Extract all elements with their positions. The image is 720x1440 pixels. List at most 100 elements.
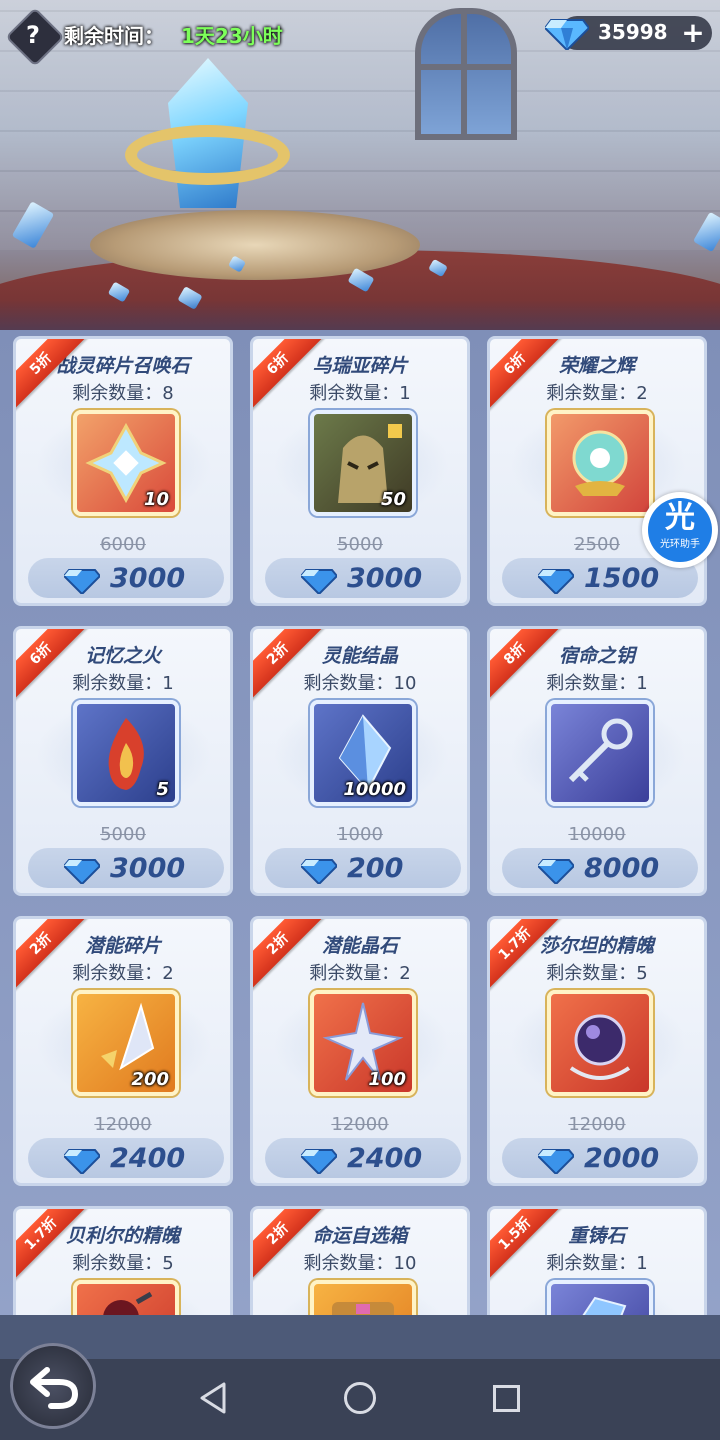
diamond-icon — [538, 1149, 574, 1174]
buy-button[interactable]: 2000 — [502, 1138, 698, 1178]
add-currency-button[interactable]: + — [676, 16, 710, 50]
item-original-price: 6000 — [100, 534, 146, 555]
item-remaining: 剩余数量：8 — [72, 383, 174, 404]
diamond-icon — [301, 569, 337, 594]
item-price: 1500 — [584, 563, 660, 594]
item-icon: 10 — [73, 410, 179, 516]
helper-text: 光环助手 — [660, 539, 700, 550]
glory-orb-icon — [572, 430, 628, 496]
item-quantity: 10000 — [343, 779, 406, 800]
diamond-icon — [64, 1149, 100, 1174]
item-icon — [547, 1280, 653, 1315]
item-price: 2400 — [347, 1143, 423, 1174]
item-remaining: 剩余数量：1 — [72, 673, 174, 694]
banner-pedestal — [90, 210, 420, 280]
currency-value: 35998 — [598, 20, 668, 44]
buy-button[interactable]: 2400 — [265, 1138, 461, 1178]
item-icon: 50 — [310, 410, 416, 516]
banner-window — [415, 8, 517, 140]
diamond-icon — [64, 569, 100, 594]
shop-item-card[interactable]: 潜能晶石 剩余数量：2 100 12000 2400 2折 — [250, 916, 470, 1186]
item-icon — [547, 700, 653, 806]
triangle-back-icon[interactable] — [196, 1380, 232, 1416]
item-original-price: 5000 — [100, 824, 146, 845]
item-original-price: 10000 — [568, 824, 626, 845]
shop-item-card[interactable]: 宿命之钥 剩余数量：1 10000 8000 8折 — [487, 626, 707, 896]
circle-home-icon[interactable] — [344, 1382, 376, 1414]
diamond-icon — [64, 859, 100, 884]
item-original-price: 12000 — [568, 1114, 626, 1135]
key-icon — [568, 718, 633, 783]
square-recent-icon[interactable] — [493, 1385, 520, 1412]
item-quantity: 50 — [380, 489, 406, 510]
buy-button[interactable]: 3000 — [28, 848, 224, 888]
back-button[interactable] — [10, 1343, 96, 1429]
shop-item-card[interactable]: 记忆之火 剩余数量：1 5 5000 3000 6折 — [13, 626, 233, 896]
item-icon — [547, 410, 653, 516]
item-remaining: 剩余数量：2 — [546, 383, 648, 404]
item-quantity: 5 — [156, 779, 169, 800]
bottom-bar — [0, 1315, 720, 1440]
shop-item-card[interactable]: 灵能结晶 剩余数量：10 10000 1000 200 2折 — [250, 626, 470, 896]
timer-value: 1天23小时 — [181, 24, 283, 48]
diamond-icon — [301, 859, 337, 884]
item-original-price: 5000 — [337, 534, 383, 555]
item-remaining: 剩余数量：1 — [546, 1253, 648, 1274]
shop-item-card[interactable]: 贝利尔的精魄 剩余数量：5 1.7折 — [13, 1206, 233, 1315]
item-original-price: 12000 — [331, 1114, 389, 1135]
item-price: 200 — [347, 853, 404, 884]
shop-item-card[interactable]: 战灵碎片召唤石 剩余数量：8 10 6000 3000 5折 — [13, 336, 233, 606]
item-remaining: 剩余数量：2 — [309, 963, 411, 984]
item-original-price: 1000 — [337, 824, 383, 845]
banner-rail — [0, 300, 720, 330]
item-icon: 100 — [310, 990, 416, 1096]
buy-button[interactable]: 3000 — [28, 558, 224, 598]
helper-badge-inner: 光 光环助手 — [648, 498, 712, 562]
item-icon: 200 — [73, 990, 179, 1096]
item-icon — [73, 1280, 179, 1315]
chest-icon — [332, 1302, 394, 1315]
banner-ring — [125, 125, 290, 185]
shop-item-card[interactable]: 乌瑞亚碎片 剩余数量：1 50 5000 3000 6折 — [250, 336, 470, 606]
item-price: 3000 — [347, 563, 423, 594]
item-remaining: 剩余数量：5 — [546, 963, 648, 984]
helper-glyph: 光 — [665, 500, 695, 535]
shop-item-card[interactable]: 潜能碎片 剩余数量：2 200 12000 2400 2折 — [13, 916, 233, 1186]
item-remaining: 剩余数量：10 — [303, 673, 417, 694]
item-icon: 5 — [73, 700, 179, 806]
timer-label: 剩余时间： — [64, 24, 164, 48]
diamond-icon — [538, 859, 574, 884]
shop-item-card[interactable]: 莎尔坦的精魄 剩余数量：5 12000 2000 1.7折 — [487, 916, 707, 1186]
item-quantity: 200 — [131, 1069, 169, 1090]
shop-grid: 战灵碎片召唤石 剩余数量：8 10 6000 3000 5折 乌瑞亚碎片 剩余数… — [0, 330, 720, 1315]
item-original-price: 12000 — [94, 1114, 152, 1135]
question-icon[interactable]: ? — [14, 16, 52, 54]
item-remaining: 剩余数量：10 — [303, 1253, 417, 1274]
shop-item-card[interactable]: 重铸石 剩余数量：1 1.5折 — [487, 1206, 707, 1315]
diamond-icon — [301, 1149, 337, 1174]
helper-badge[interactable]: 光 光环助手 — [642, 492, 718, 568]
item-quantity: 100 — [368, 1069, 406, 1090]
item-icon — [310, 1280, 416, 1315]
buy-button[interactable]: 3000 — [265, 558, 461, 598]
reforge-stone-icon — [582, 1296, 627, 1315]
item-price: 2400 — [110, 1143, 186, 1174]
buy-button[interactable]: 8000 — [502, 848, 698, 888]
item-price: 3000 — [110, 853, 186, 884]
spirit-orb-icon — [569, 1014, 631, 1080]
diamond-icon — [545, 19, 589, 50]
buy-button[interactable]: 2400 — [28, 1138, 224, 1178]
item-price: 8000 — [584, 853, 660, 884]
diamond-icon — [538, 569, 574, 594]
shop-item-card[interactable]: 命运自选箱 剩余数量：10 2折 — [250, 1206, 470, 1315]
bottom-strip — [0, 1315, 720, 1359]
item-icon — [547, 990, 653, 1096]
item-icon: 10000 — [310, 700, 416, 806]
back-arrow-icon — [30, 1367, 79, 1409]
item-remaining: 剩余数量：1 — [546, 673, 648, 694]
buy-button[interactable]: 200 — [265, 848, 461, 888]
item-remaining: 剩余数量：2 — [72, 963, 174, 984]
item-remaining: 剩余数量：5 — [72, 1253, 174, 1274]
item-quantity: 10 — [143, 489, 169, 510]
item-price: 2000 — [584, 1143, 660, 1174]
